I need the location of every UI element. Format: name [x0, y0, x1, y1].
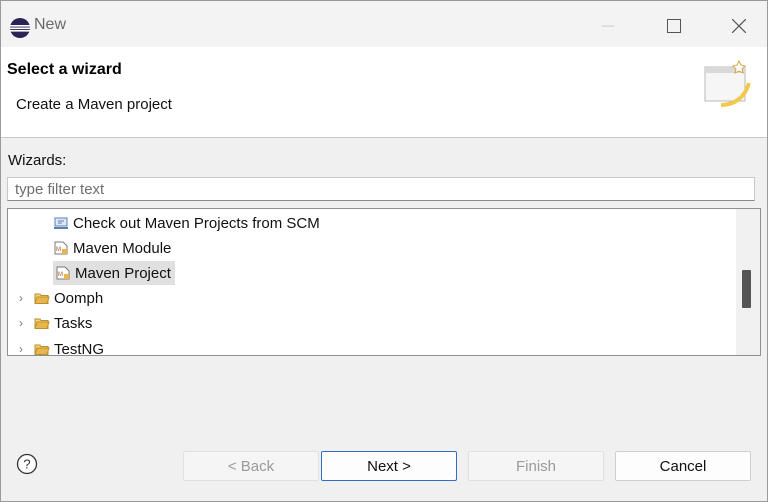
help-glyph: ? [23, 457, 30, 472]
tree-item-oomph[interactable]: Oomph [34, 286, 103, 310]
wizards-label: Wizards: [8, 152, 67, 169]
cancel-button[interactable]: Cancel [615, 451, 751, 481]
scrollbar-thumb[interactable] [742, 270, 751, 308]
expand-toggle[interactable]: › [16, 286, 26, 310]
tree-item-maven-project[interactable]: M Maven Project [53, 261, 175, 285]
minimize-icon [602, 25, 614, 27]
wizard-tree[interactable]: Check out Maven Projects from SCM M Mave… [7, 208, 761, 356]
maximize-button[interactable] [651, 7, 697, 45]
tree-item-label: Maven Project [75, 264, 171, 282]
close-icon [732, 19, 746, 33]
maven-module-icon: M [54, 241, 68, 255]
next-button[interactable]: Next > [321, 451, 457, 481]
tree-item-testng[interactable]: TestNG [34, 337, 105, 356]
tree-item-label: Check out Maven Projects from SCM [73, 214, 320, 232]
expand-toggle[interactable]: › [16, 337, 26, 355]
tree-item-label: Maven Module [73, 239, 172, 257]
checkout-icon [54, 217, 68, 229]
maximize-icon [667, 19, 681, 33]
svg-text:M: M [56, 247, 61, 253]
tree-item-tasks[interactable]: Tasks [34, 311, 92, 335]
tree-item-label: Oomph [54, 289, 104, 307]
window-title: New [34, 16, 67, 33]
tree-item-checkout-maven[interactable]: Check out Maven Projects from SCM [53, 211, 320, 235]
tree-scrollbar[interactable] [736, 209, 760, 355]
title-bar: New [1, 1, 767, 47]
wizard-banner-icon [704, 59, 751, 107]
folder-icon [34, 318, 50, 329]
help-icon[interactable]: ? [16, 453, 38, 475]
minimize-button[interactable] [585, 7, 631, 45]
folder-icon [34, 344, 50, 355]
eclipse-icon [10, 18, 30, 38]
back-button[interactable]: < Back [183, 451, 319, 481]
maven-project-icon: M [56, 266, 70, 280]
wizard-header: Select a wizard Create a Maven project [1, 47, 767, 138]
finish-button[interactable]: Finish [468, 451, 604, 481]
close-button[interactable] [716, 7, 762, 45]
expand-toggle[interactable]: › [16, 311, 26, 335]
filter-input[interactable] [7, 177, 755, 201]
svg-text:M: M [58, 272, 63, 278]
tree-item-label: TestNG [54, 340, 105, 356]
tree-item-label: Tasks [54, 314, 93, 332]
page-title: Select a wizard [7, 61, 122, 78]
folder-icon [34, 293, 50, 304]
page-description: Create a Maven project [16, 96, 172, 113]
new-wizard-dialog: New Select a wizard Create a Maven proje… [0, 0, 768, 502]
tree-item-maven-module[interactable]: M Maven Module [53, 236, 171, 260]
